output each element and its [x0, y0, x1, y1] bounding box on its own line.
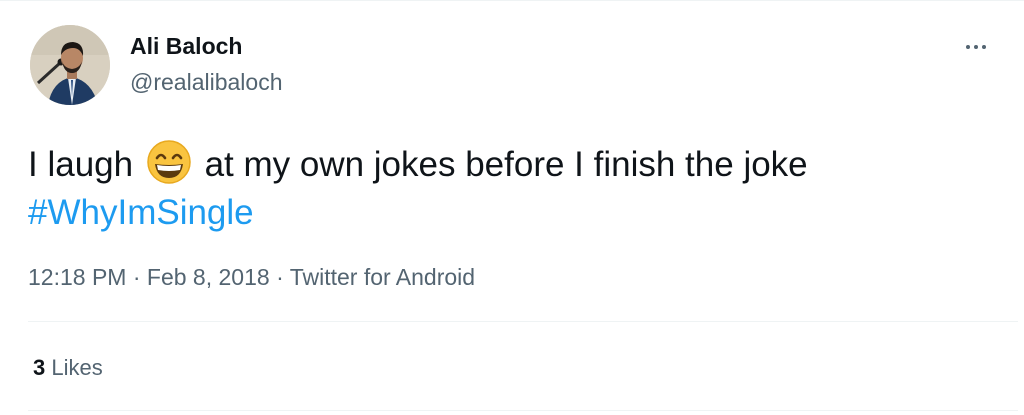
hashtag-link[interactable]: #WhyImSingle: [28, 193, 254, 232]
author-handle[interactable]: @realalibaloch: [130, 68, 283, 96]
tweet-meta: 12:18 PM · Feb 8, 2018 · Twitter for And…: [28, 262, 475, 292]
divider: [28, 321, 1018, 322]
tweet-text-end: at my own jokes before I finish the joke: [204, 145, 808, 184]
tweet-text: I laugh at my own jokes before I finish …: [28, 140, 988, 237]
meta-separator: ·: [276, 264, 284, 290]
tweet-text-start: I laugh: [28, 145, 134, 184]
divider: [28, 410, 1018, 411]
tweet-card: Ali Baloch @realalibaloch I laugh at my …: [0, 0, 1024, 415]
meta-separator: ·: [132, 264, 141, 290]
tweet-date[interactable]: Feb 8, 2018: [147, 264, 270, 290]
tweet-time[interactable]: 12:18 PM: [28, 264, 126, 290]
more-options-button[interactable]: [958, 33, 994, 61]
author-display-name[interactable]: Ali Baloch: [130, 32, 242, 60]
likes-link[interactable]: 3 Likes: [33, 353, 103, 383]
tweet-source[interactable]: Twitter for Android: [290, 264, 475, 290]
more-dots-icon-dot: [982, 45, 986, 49]
likes-label: Likes: [51, 355, 103, 380]
grinning-face-with-smiling-eyes-icon: [147, 140, 191, 184]
more-dots-icon-dot: [974, 45, 978, 49]
avatar-photo: [30, 25, 110, 105]
more-dots-icon: [966, 45, 970, 49]
avatar[interactable]: [30, 25, 110, 105]
likes-count: 3: [33, 355, 46, 380]
